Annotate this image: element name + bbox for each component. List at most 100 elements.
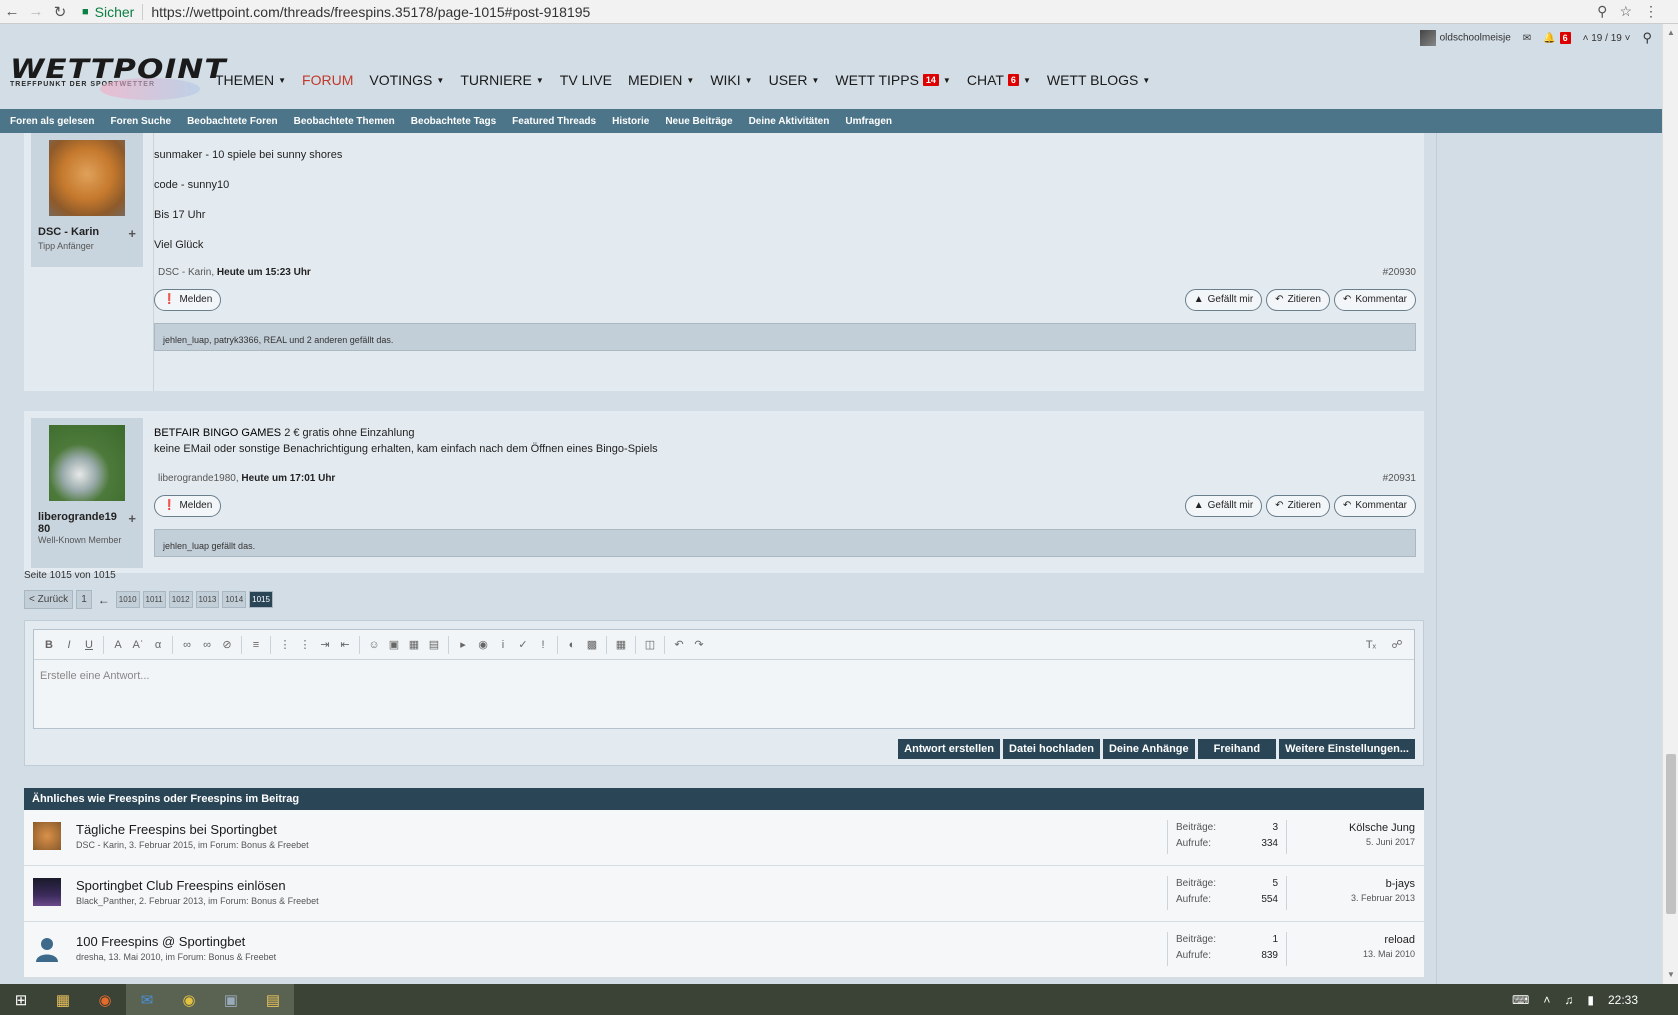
subnav-item[interactable]: Beobachtete Tags: [411, 116, 496, 127]
nav-wett-blogs[interactable]: WETT BLOGS ▼: [1047, 72, 1150, 88]
last-user[interactable]: Kölsche Jung: [1349, 822, 1415, 834]
more-options-button[interactable]: Weitere Einstellungen...: [1279, 739, 1415, 759]
prev-page-button[interactable]: < Zurück: [24, 590, 74, 609]
meta-author[interactable]: DSC - Karin,: [158, 267, 214, 278]
font-family-icon[interactable]: α: [149, 636, 167, 654]
last-date[interactable]: 3. Februar 2013: [1351, 893, 1415, 903]
volume-icon[interactable]: ♫: [1564, 993, 1573, 1007]
undo-icon[interactable]: ↶: [670, 636, 688, 654]
redo-icon[interactable]: ↷: [690, 636, 708, 654]
meta-time[interactable]: Heute um 17:01 Uhr: [241, 473, 335, 484]
thread-title[interactable]: Sportingbet Club Freespins einlösen: [76, 878, 286, 893]
page-link[interactable]: 1: [76, 590, 92, 609]
file-explorer-icon[interactable]: ▦: [42, 984, 84, 1015]
nav-wiki[interactable]: WIKI ▼: [710, 72, 752, 88]
last-user[interactable]: reload: [1384, 934, 1415, 946]
reload-icon[interactable]: ↻: [48, 0, 72, 24]
media-icon[interactable]: ▦: [405, 636, 423, 654]
avatar[interactable]: [49, 140, 125, 216]
mail-icon[interactable]: ✉: [1523, 33, 1531, 44]
page-scrollbar[interactable]: ▲ ▼: [1662, 24, 1678, 984]
mail-app-icon[interactable]: ✉: [126, 984, 168, 1015]
user-link[interactable]: oldschoolmeisje: [1419, 30, 1511, 46]
last-date[interactable]: 13. Mai 2010: [1363, 949, 1415, 959]
info-icon[interactable]: i: [494, 636, 512, 654]
spoiler-icon[interactable]: ◐: [563, 636, 581, 654]
scroll-up-icon[interactable]: ▲: [1666, 28, 1676, 38]
link-icon[interactable]: ∞: [178, 636, 196, 654]
firefox-icon[interactable]: ◉: [84, 984, 126, 1015]
avatar[interactable]: [33, 878, 61, 906]
site-logo[interactable]: WETTPOINT TREFFPUNKT DER SPORTWETTER: [10, 54, 226, 102]
author-name[interactable]: liberogrande19 80: [38, 511, 117, 535]
comment-button[interactable]: ↶ Kommentar: [1333, 289, 1416, 311]
smiley-icon[interactable]: ☺: [365, 636, 383, 654]
clear-format-icon[interactable]: Tₓ: [1362, 636, 1380, 654]
quote-button[interactable]: ↶ Zitieren: [1266, 495, 1330, 517]
scrollbar-thumb[interactable]: [1666, 754, 1676, 914]
author-name[interactable]: DSC - Karin: [38, 226, 99, 241]
attachments-button[interactable]: Deine Anhänge: [1102, 739, 1195, 759]
page-counter[interactable]: ˄ 19 / 19 ˅: [1583, 33, 1631, 44]
underline-icon[interactable]: U: [80, 636, 98, 654]
nav-user[interactable]: USER ▼: [769, 72, 820, 88]
alerts-link[interactable]: 🔔 6: [1543, 31, 1571, 44]
bookmark-star-icon[interactable]: ☆: [1619, 3, 1632, 20]
plus-icon[interactable]: +: [128, 226, 136, 241]
thread-title[interactable]: 100 Freespins @ Sportingbet: [76, 934, 245, 949]
quote-button[interactable]: ↶ Zitieren: [1266, 289, 1330, 311]
subnav-item[interactable]: Foren als gelesen: [10, 116, 94, 127]
subnav-item[interactable]: Historie: [612, 116, 649, 127]
image-icon[interactable]: ▣: [385, 636, 403, 654]
numbered-list-icon[interactable]: ⋮: [296, 636, 314, 654]
plus-icon[interactable]: +: [128, 511, 136, 535]
indent-icon[interactable]: ⇥: [316, 636, 334, 654]
nav-medien[interactable]: MEDIEN ▼: [628, 72, 694, 88]
meta-author[interactable]: liberogrande1980,: [158, 473, 239, 484]
page-link[interactable]: 1010: [115, 591, 140, 608]
nav-wett-tipps[interactable]: WETT TIPPS 14 ▼: [835, 72, 950, 88]
nav-turniere[interactable]: TURNIERE ▼: [460, 72, 543, 88]
thread-title[interactable]: Tägliche Freespins bei Sportingbet: [76, 822, 277, 837]
last-date[interactable]: 5. Juni 2017: [1349, 837, 1415, 847]
forward-arrow-icon[interactable]: →: [24, 0, 48, 24]
nav-votings[interactable]: VOTINGS ▼: [369, 72, 444, 88]
subnav-item[interactable]: Featured Threads: [512, 116, 596, 127]
network-icon[interactable]: ▮: [1587, 993, 1594, 1007]
table-icon[interactable]: ▦: [612, 636, 630, 654]
like-button[interactable]: ▲ Gefällt mir: [1184, 495, 1263, 517]
bullet-list-icon[interactable]: ⋮: [276, 636, 294, 654]
zoom-icon[interactable]: ⚲: [1597, 3, 1607, 20]
url-text[interactable]: https://wettpoint.com/threads/freespins.…: [151, 4, 590, 20]
photos-app-icon[interactable]: ▣: [210, 984, 252, 1015]
quote-block-icon[interactable]: ▤: [425, 636, 443, 654]
code-icon[interactable]: ▩: [583, 636, 601, 654]
avatar[interactable]: [49, 425, 125, 501]
bold-icon[interactable]: B: [40, 636, 58, 654]
freehand-button[interactable]: Freihand: [1197, 739, 1277, 759]
align-icon[interactable]: ≡: [247, 636, 265, 654]
nav-forum[interactable]: FORUM: [302, 72, 353, 88]
subnav-item[interactable]: Neue Beiträge: [665, 116, 732, 127]
folder-icon[interactable]: ▤: [252, 984, 294, 1015]
report-button[interactable]: ❗ Melden: [154, 495, 222, 517]
nav-chat[interactable]: CHAT 6 ▼: [967, 72, 1031, 88]
check-icon[interactable]: ✓: [514, 636, 532, 654]
exclamation-icon[interactable]: !: [534, 636, 552, 654]
page-link[interactable]: 1014: [222, 591, 247, 608]
report-button[interactable]: ❗ Melden: [154, 289, 222, 311]
save-draft-icon[interactable]: ◫: [641, 636, 659, 654]
default-avatar-icon[interactable]: [33, 934, 61, 962]
avatar[interactable]: [33, 822, 61, 850]
subnav-item[interactable]: Beobachtete Foren: [187, 116, 278, 127]
font-size-icon[interactable]: Aʾ: [129, 636, 147, 654]
source-toggle-icon[interactable]: ☍: [1388, 636, 1406, 654]
likes-summary[interactable]: jehlen_luap gefällt das.: [154, 529, 1416, 557]
outdent-icon[interactable]: ⇤: [336, 636, 354, 654]
scroll-down-icon[interactable]: ▼: [1666, 970, 1676, 980]
subnav-item[interactable]: Deine Aktivitäten: [749, 116, 830, 127]
nav-themen[interactable]: THEMEN ▼: [215, 72, 286, 88]
subnav-item[interactable]: Foren Suche: [110, 116, 171, 127]
arrow-left-icon[interactable]: ←: [98, 593, 110, 607]
camera-icon[interactable]: ◉: [474, 636, 492, 654]
